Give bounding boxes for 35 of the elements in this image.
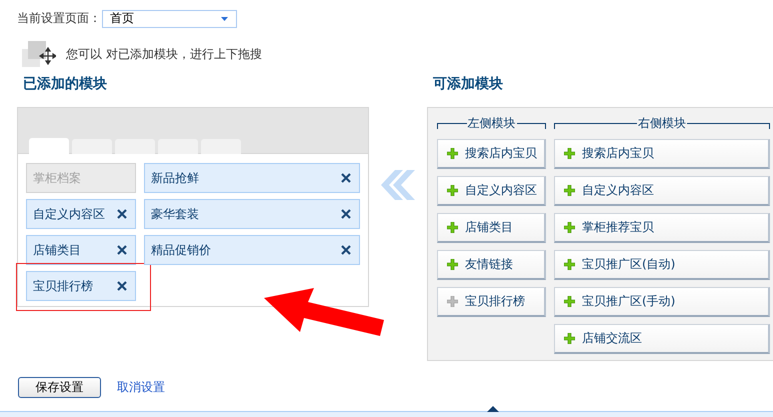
module-item[interactable]: 新品抢鲜 [144, 163, 360, 193]
caret-icon [221, 16, 228, 20]
close-icon[interactable] [117, 281, 127, 291]
add-module-button[interactable]: 宝贝推广区(自动) [554, 250, 770, 280]
section-heading: 已添加的模块 [22, 75, 108, 94]
page-select[interactable]: 首页 [102, 10, 237, 28]
add-module-button[interactable]: 友情链接 [437, 250, 546, 280]
close-icon[interactable] [117, 209, 127, 219]
add-module-button[interactable]: 自定义内容区 [437, 176, 546, 206]
add-module-button[interactable]: 掌柜推荐宝贝 [554, 213, 770, 243]
close-icon[interactable] [341, 173, 351, 183]
close-icon[interactable] [117, 245, 127, 255]
add-module-button[interactable]: 店铺类目 [437, 213, 546, 243]
column-heading: 右侧模块 [637, 115, 687, 132]
double-chevron-icon [381, 170, 415, 200]
add-module-button[interactable]: 自定义内容区 [554, 176, 770, 206]
save-button[interactable]: 保存设置 [18, 377, 101, 398]
module-item[interactable]: 精品促销价 [144, 235, 360, 265]
module-item[interactable]: 自定义内容区 [26, 199, 136, 229]
add-module-button[interactable]: 搜索店内宝贝 [554, 139, 770, 169]
page-selector-label: 当前设置页面： [17, 10, 101, 27]
add-module-button[interactable]: 宝贝推广区(手动) [554, 287, 770, 317]
column-heading: 左侧模块 [466, 115, 516, 132]
module-item[interactable]: 宝贝排行榜 [26, 271, 136, 301]
section-heading: 可添加模块 [432, 75, 504, 94]
move-icon [22, 41, 56, 67]
hint-text: 您可以 对已添加模块，进行上下拖搜 [66, 46, 262, 62]
module-item[interactable]: 店铺类目 [26, 235, 136, 265]
close-icon[interactable] [341, 209, 351, 219]
add-module-button[interactable]: 店铺交流区 [554, 324, 770, 354]
module-item[interactable]: 豪华套装 [144, 199, 360, 229]
add-module-button[interactable]: 搜索店内宝贝 [437, 139, 546, 169]
triangle-icon[interactable] [487, 406, 499, 412]
close-icon[interactable] [341, 245, 351, 255]
cancel-link[interactable]: 取消设置 [117, 379, 165, 396]
